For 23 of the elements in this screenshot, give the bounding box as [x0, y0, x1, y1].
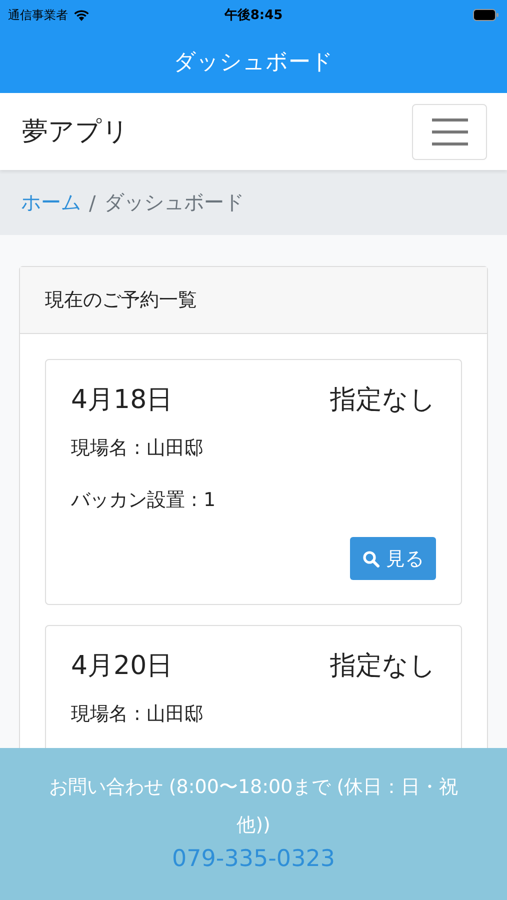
container-count: バッカン設置 : 1	[71, 488, 217, 513]
breadcrumb-separator: /	[89, 190, 96, 214]
reservation-status: 指定なし	[330, 384, 436, 417]
wifi-icon	[73, 9, 90, 21]
menu-button[interactable]	[412, 104, 487, 160]
site-name: 現場名 : 山田邸	[71, 702, 204, 727]
brand-name[interactable]: 夢アプリ	[22, 114, 129, 149]
reservation-status: 指定なし	[330, 650, 436, 683]
phone-link[interactable]: 079-335-0323	[172, 846, 335, 872]
contact-hours: お問い合わせ (8:00〜18:00まで (休日：日・祝他))	[48, 775, 460, 838]
breadcrumb-link[interactable]: ホーム	[21, 189, 81, 216]
panel-title: 現在のご予約一覧	[45, 288, 197, 313]
site-name: 現場名 : 山田邸	[71, 436, 204, 461]
menu-icon	[430, 116, 468, 146]
battery-icon	[473, 9, 499, 21]
carrier-name: 通信事業者	[8, 6, 68, 24]
clock-time: 午後8:45	[224, 7, 283, 24]
header-title: ダッシュボード	[174, 48, 334, 76]
breadcrumb-current: ダッシュボード	[104, 189, 244, 216]
reservation-date: 4月18日	[71, 384, 173, 417]
view-button[interactable]: 見る	[350, 537, 436, 580]
reservation-date: 4月20日	[71, 650, 173, 683]
search-icon	[362, 550, 380, 568]
